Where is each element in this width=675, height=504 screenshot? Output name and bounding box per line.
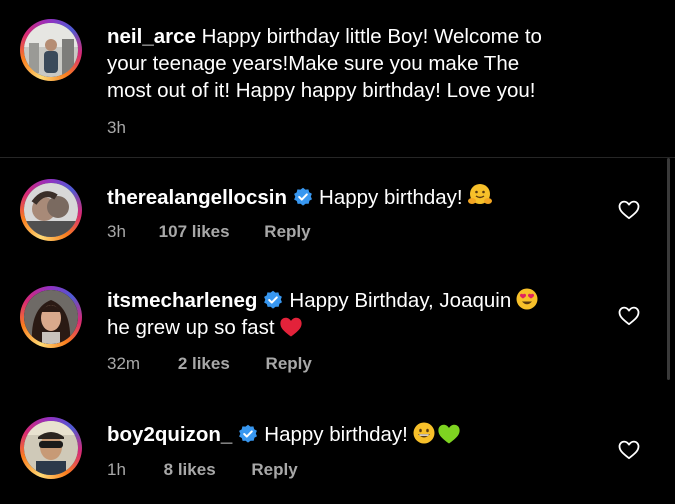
comment-2-username[interactable]: itsmecharleneg xyxy=(107,289,257,312)
caption-line-2: your teenage years!Make sure you make Th… xyxy=(107,52,520,75)
comment-2: itsmecharleneg Happy Birthday, Joaquin he… xyxy=(107,287,539,341)
caption-text: neil_arce Happy birthday little Boy! Wel… xyxy=(107,23,542,104)
green-heart-emoji xyxy=(438,424,460,444)
red-heart-emoji xyxy=(279,317,302,337)
comment-1-meta: 3h 107 likes Reply xyxy=(107,222,311,242)
verified-badge-icon xyxy=(264,290,283,309)
comment-3-heart-icon[interactable] xyxy=(618,440,640,460)
comment-1-username[interactable]: therealangellocsin xyxy=(107,186,287,209)
divider xyxy=(0,157,675,158)
avatar-boy2quizon[interactable] xyxy=(20,417,82,479)
comment-1-heart-icon[interactable] xyxy=(618,200,640,220)
avatar-itsmecharleneg[interactable] xyxy=(20,286,82,348)
scrollbar[interactable] xyxy=(667,158,670,380)
comment-3: boy2quizon_ Happy birthday! xyxy=(107,421,461,448)
comment-3-likes[interactable]: 8 likes xyxy=(164,460,216,480)
comment-3-meta: 1h 8 likes Reply xyxy=(107,460,298,480)
avatar-therealangellocsin[interactable] xyxy=(20,179,82,241)
comment-1: therealangellocsin Happy birthday! xyxy=(107,182,493,211)
hugging-face-emoji xyxy=(467,184,492,204)
heart-eyes-emoji xyxy=(516,288,538,310)
comment-2-likes[interactable]: 2 likes xyxy=(178,354,230,374)
verified-badge-icon xyxy=(294,187,313,206)
caption-username[interactable]: neil_arce xyxy=(107,25,196,48)
caption-time: 3h xyxy=(107,118,126,137)
avatar-neil-arce[interactable] xyxy=(20,19,82,81)
caption-meta: 3h xyxy=(107,118,126,138)
grinning-face-emoji xyxy=(413,422,435,444)
caption-line-1: Happy birthday little Boy! Welcome to xyxy=(201,25,542,48)
comment-3-username[interactable]: boy2quizon_ xyxy=(107,423,232,446)
comment-1-likes[interactable]: 107 likes xyxy=(159,222,230,242)
caption-line-3: most out of it! Happy happy birthday! Lo… xyxy=(107,79,536,102)
comment-2-text-line-1: Happy Birthday, Joaquin xyxy=(289,289,512,312)
verified-badge-icon xyxy=(239,424,258,443)
comment-1-text: Happy birthday! xyxy=(319,186,463,209)
comment-3-time: 1h xyxy=(107,460,126,479)
comment-3-reply-button[interactable]: Reply xyxy=(251,460,297,480)
comment-2-meta: 32m 2 likes Reply xyxy=(107,354,312,374)
comment-1-time: 3h xyxy=(107,222,126,241)
comment-2-time: 32m xyxy=(107,354,141,373)
comment-1-reply-button[interactable]: Reply xyxy=(264,222,310,242)
comment-2-heart-icon[interactable] xyxy=(618,306,640,326)
comment-3-text: Happy birthday! xyxy=(264,423,408,446)
comment-2-text-line-2: he grew up so fast xyxy=(107,316,275,339)
comment-2-reply-button[interactable]: Reply xyxy=(266,354,312,374)
